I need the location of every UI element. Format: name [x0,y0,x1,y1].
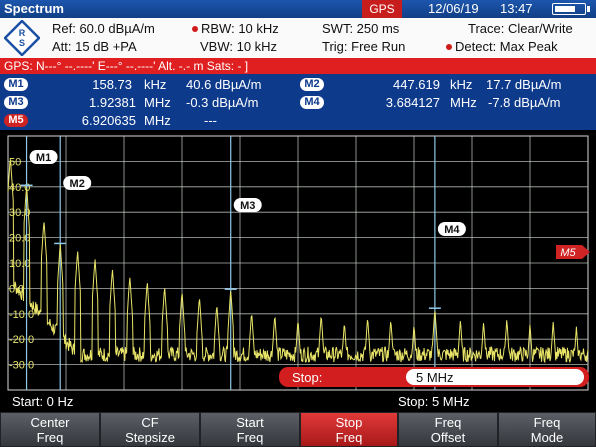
marker-m4-badge[interactable]: M4 [300,96,324,109]
marker-m3-level: -0.3 dBµA/m [186,95,259,110]
sweep-time[interactable]: SWT: 250 ms [322,21,399,36]
app-title: Spectrum [4,1,64,16]
spectrum-chart[interactable]: 5040.030.020.010.00.0-10.0-20.0-30.0 M1M… [0,130,596,392]
marker-m3-freq: 1.92381 [89,95,136,110]
marker-m1-freq: 158.73 [92,77,132,92]
marker-m2-badge[interactable]: M2 [300,78,324,91]
marker-m4-freq: 3.684127 [385,95,440,110]
marker-m3-unit: MHz [144,95,171,110]
marker-m1-badge[interactable]: M1 [4,78,28,91]
marker-m1-level: 40.6 dBµA/m [186,77,262,92]
time-display: 13:47 [500,1,533,16]
date-display: 12/06/19 [428,1,479,16]
marker-m4-unit: MHz [450,95,477,110]
rohde-schwarz-logo-icon: R S [4,20,40,56]
marker-flag-label: M1 [36,152,51,164]
gps-status-bar: GPS: N---° --.----' E---° --.----' Alt. … [0,58,596,74]
stop-freq-softkey[interactable]: Stop Freq [300,412,398,447]
frequency-span-footer: Start: 0 Hz Stop: 5 MHz [0,392,596,412]
stop-frequency-input[interactable]: Stop: 5 MHz [279,367,589,387]
cf-stepsize-softkey[interactable]: CF Stepsize [100,412,200,447]
marker-m1-unit: kHz [144,77,167,92]
vbw-setting[interactable]: VBW: 10 kHz [200,39,277,54]
y-tick-label: -20.0 [9,334,34,346]
attenuation[interactable]: Att: 15 dB +PA [52,39,137,54]
marker-m2-freq: 447.619 [393,77,440,92]
marker-m5-offscreen-flag[interactable]: M5 [556,245,590,259]
spectrum-plot[interactable]: 50 40.0 30.0 20.0 10.0 0.0 -10.0 -20.0 -30.0 M1 M… [0,130,596,392]
stop-frequency: Stop: 5 MHz [398,394,470,409]
marker-flag-label: M4 [444,224,460,236]
battery-icon [552,3,590,15]
marker-m4-level: -7.8 dBµA/m [488,95,561,110]
y-tick-label: 30.0 [9,207,30,219]
stop-input-value: 5 MHz [416,370,454,385]
title-bar: Spectrum GPS 12/06/19 13:47 [0,0,596,18]
marker-flag-label: M3 [240,200,255,212]
svg-text:S: S [19,38,25,48]
y-tick-label: 10.0 [9,258,30,270]
marker-flag-m1[interactable]: M1 [29,150,58,164]
marker-m2-unit: kHz [450,77,473,92]
stop-input-label: Stop: [292,370,322,385]
y-tick-label: -10.0 [9,309,34,321]
y-tick-label: 20.0 [9,233,30,245]
softkey-bar: Center Freq CF Stepsize Start Freq Stop Freq… [0,412,596,447]
marker-table: M1 158.73 kHz 40.6 dBµA/m M2 447.619 kHz… [0,74,596,130]
trigger-mode[interactable]: Trig: Free Run [322,39,405,54]
detector-mode[interactable]: Detect: Max Peak [446,39,558,54]
marker-m5-level: --- [204,113,217,128]
parameter-panel: R S Ref: 60.0 dBµA/m RBW: 10 kHz SWT: 25… [0,18,596,58]
marker-flag-m4[interactable]: M4 [437,222,466,236]
center-freq-softkey[interactable]: Center Freq [0,412,100,447]
start-freq-softkey[interactable]: Start Freq [200,412,300,447]
freq-mode-softkey[interactable]: Freq Mode [498,412,596,447]
marker-m2-level: 17.7 dBµA/m [486,77,562,92]
freq-offset-softkey[interactable]: Freq Offset [398,412,498,447]
y-tick-label: -30.0 [9,360,34,372]
marker-flag-label: M2 [70,178,85,190]
rbw-setting[interactable]: RBW: 10 kHz [192,21,279,36]
marker-m5-unit: MHz [144,113,171,128]
trace-mode[interactable]: Trace: Clear/Write [468,21,573,36]
ref-level[interactable]: Ref: 60.0 dBµA/m [52,21,155,36]
marker-m5-freq: 6.920635 [81,113,136,128]
marker-m3-badge[interactable]: M3 [4,96,28,109]
marker-flag-m3[interactable]: M3 [233,198,262,212]
marker-m5-badge[interactable]: M5 [4,114,28,127]
svg-text:R: R [19,28,26,38]
marker-flag-m2[interactable]: M2 [63,176,92,190]
gps-badge: GPS [362,0,402,18]
start-frequency: Start: 0 Hz [12,394,74,409]
marker-m5-flag-label: M5 [560,247,576,259]
